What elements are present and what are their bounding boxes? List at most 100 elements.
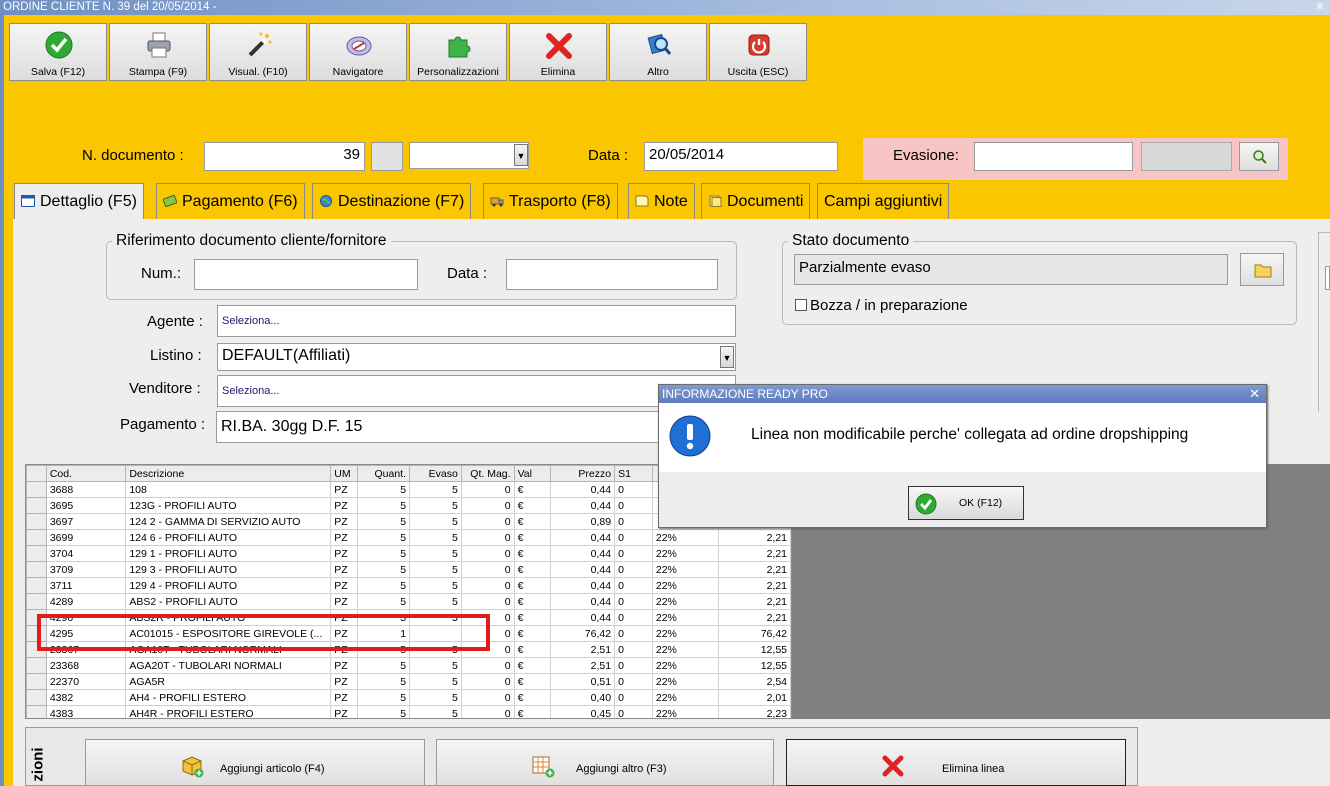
tab-dettaglio[interactable]: Dettaglio (F5) bbox=[14, 183, 144, 220]
table-cell[interactable]: 0 bbox=[460, 545, 515, 562]
pricelist-dropdown-icon[interactable]: ▼ bbox=[720, 346, 734, 368]
dialog-close-icon[interactable]: ✕ bbox=[1249, 385, 1260, 403]
table-cell[interactable]: € bbox=[513, 609, 552, 626]
row-selector[interactable] bbox=[26, 481, 47, 498]
tab-campi-aggiuntivi[interactable]: Campi aggiuntivi bbox=[817, 183, 950, 219]
table-cell[interactable]: 124 2 - GAMMA DI SERVIZIO AUTO bbox=[125, 513, 332, 530]
table-cell[interactable]: 22% bbox=[651, 561, 720, 578]
row-selector[interactable] bbox=[26, 705, 47, 718]
table-cell[interactable]: 5 bbox=[357, 561, 411, 578]
view-button[interactable]: Visual. (F10) bbox=[209, 23, 307, 81]
column-header[interactable]: Evaso bbox=[409, 465, 462, 482]
agent-select[interactable]: Seleziona... bbox=[217, 305, 736, 337]
table-cell[interactable]: 2,21 bbox=[718, 529, 791, 546]
table-cell[interactable]: 4382 bbox=[45, 689, 127, 706]
doc-number-suffix-button[interactable] bbox=[371, 142, 403, 171]
add-article-button[interactable]: Aggiungi articolo (F4) bbox=[85, 739, 425, 786]
print-button[interactable]: Stampa (F9) bbox=[109, 23, 207, 81]
table-cell[interactable]: 2,21 bbox=[718, 545, 791, 562]
table-cell[interactable]: € bbox=[513, 529, 552, 546]
table-cell[interactable]: PZ bbox=[330, 481, 359, 498]
table-cell[interactable]: 0 bbox=[614, 625, 653, 642]
table-cell[interactable]: 22% bbox=[651, 577, 720, 594]
table-cell[interactable]: 5 bbox=[409, 593, 462, 610]
table-cell[interactable]: 22% bbox=[651, 609, 720, 626]
table-cell[interactable]: 0 bbox=[614, 609, 653, 626]
table-row[interactable]: 4289 ABS2 - PROFILI AUTO PZ 5 5 0 €0,44 0 22% 2,2… bbox=[26, 593, 791, 610]
table-cell[interactable]: 0 bbox=[614, 689, 653, 706]
table-cell[interactable]: 5 bbox=[409, 577, 462, 594]
table-cell[interactable]: 2,51 bbox=[550, 657, 616, 674]
table-row[interactable]: 3699 124 6 - PROFILI AUTO PZ 5 5 0 €0,44 0 22% 2,… bbox=[26, 529, 791, 546]
table-cell[interactable]: 0 bbox=[614, 593, 653, 610]
row-selector[interactable] bbox=[26, 513, 47, 530]
row-selector[interactable] bbox=[26, 529, 47, 546]
table-cell[interactable]: PZ bbox=[330, 577, 359, 594]
table-cell[interactable]: 3697 bbox=[45, 513, 127, 530]
table-cell[interactable]: 0 bbox=[614, 497, 653, 514]
table-cell[interactable]: 5 bbox=[357, 577, 411, 594]
table-cell[interactable]: 5 bbox=[357, 705, 411, 718]
table-cell[interactable]: 76,42 bbox=[718, 625, 791, 642]
table-row[interactable]: 3709 129 3 - PROFILI AUTO PZ 5 5 0 €0,44 0 22% 2,… bbox=[26, 561, 791, 578]
table-cell[interactable]: 4383 bbox=[45, 705, 127, 718]
table-cell[interactable]: 0,89 bbox=[550, 513, 616, 530]
table-cell[interactable]: 0,40 bbox=[550, 689, 616, 706]
table-cell[interactable]: 0 bbox=[460, 481, 515, 498]
table-row[interactable]: 4382 AH4 - PROFILI ESTERO PZ 5 5 0 €0,40 0 22% 2,… bbox=[26, 689, 791, 706]
table-cell[interactable]: 0,44 bbox=[550, 481, 616, 498]
table-row[interactable]: 3704 129 1 - PROFILI AUTO PZ 5 5 0 €0,44 0 22% 2,… bbox=[26, 545, 791, 562]
table-cell[interactable]: PZ bbox=[330, 657, 359, 674]
row-selector[interactable] bbox=[26, 689, 47, 706]
table-cell[interactable]: 3699 bbox=[45, 529, 127, 546]
table-cell[interactable]: 0 bbox=[460, 497, 515, 514]
table-cell[interactable]: 129 3 - PROFILI AUTO bbox=[125, 561, 332, 578]
table-cell[interactable]: 5 bbox=[357, 497, 411, 514]
table-cell[interactable]: € bbox=[513, 513, 552, 530]
column-header[interactable]: Quant. bbox=[357, 465, 411, 482]
table-cell[interactable]: AGA5R bbox=[125, 673, 332, 690]
table-cell[interactable]: 22% bbox=[651, 625, 720, 642]
table-cell[interactable]: 3695 bbox=[45, 497, 127, 514]
table-cell[interactable]: 22% bbox=[651, 657, 720, 674]
row-selector[interactable] bbox=[26, 657, 47, 674]
table-cell[interactable]: AH4R - PROFILI ESTERO bbox=[125, 705, 332, 718]
table-cell[interactable]: € bbox=[513, 689, 552, 706]
row-selector[interactable] bbox=[26, 545, 47, 562]
payment-select[interactable]: RI.BA. 30gg D.F. 15 bbox=[216, 411, 661, 443]
table-cell[interactable]: 5 bbox=[357, 529, 411, 546]
table-cell[interactable]: 3704 bbox=[45, 545, 127, 562]
table-row[interactable]: 23368 AGA20T - TUBOLARI NORMALI PZ 5 5 0 €2,51… bbox=[26, 657, 791, 674]
column-header[interactable]: Qt. Mag. bbox=[460, 465, 515, 482]
table-cell[interactable]: 22370 bbox=[45, 673, 127, 690]
date-field[interactable]: 20/05/2014 bbox=[644, 142, 838, 171]
table-cell[interactable]: 0,44 bbox=[550, 593, 616, 610]
doc-series-dropdown-icon[interactable]: ▼ bbox=[514, 144, 528, 166]
table-cell[interactable]: 0 bbox=[614, 513, 653, 530]
table-cell[interactable]: PZ bbox=[330, 689, 359, 706]
row-selector[interactable] bbox=[26, 497, 47, 514]
table-cell[interactable]: 22% bbox=[651, 689, 720, 706]
table-cell[interactable]: 0,45 bbox=[550, 705, 616, 718]
exit-button[interactable]: Uscita (ESC) bbox=[709, 23, 807, 81]
table-cell[interactable]: 12,55 bbox=[718, 657, 791, 674]
column-header[interactable]: Cod. bbox=[45, 465, 127, 482]
table-cell[interactable]: 5 bbox=[409, 529, 462, 546]
table-cell[interactable]: 2,51 bbox=[550, 641, 616, 658]
table-cell[interactable]: 0 bbox=[614, 561, 653, 578]
table-cell[interactable]: 0 bbox=[460, 593, 515, 610]
table-cell[interactable]: € bbox=[513, 673, 552, 690]
table-cell[interactable]: € bbox=[513, 641, 552, 658]
ref-num-field[interactable] bbox=[194, 259, 418, 290]
table-cell[interactable]: 3711 bbox=[45, 577, 127, 594]
table-cell[interactable]: 0,44 bbox=[550, 545, 616, 562]
table-cell[interactable]: 22% bbox=[651, 545, 720, 562]
table-cell[interactable]: PZ bbox=[330, 513, 359, 530]
tab-note[interactable]: Note bbox=[628, 183, 695, 219]
table-cell[interactable]: 0 bbox=[614, 577, 653, 594]
table-cell[interactable]: 0 bbox=[614, 529, 653, 546]
table-cell[interactable]: 5 bbox=[409, 545, 462, 562]
table-cell[interactable]: 5 bbox=[409, 657, 462, 674]
table-cell[interactable]: 5 bbox=[409, 673, 462, 690]
table-cell[interactable]: 5 bbox=[357, 657, 411, 674]
